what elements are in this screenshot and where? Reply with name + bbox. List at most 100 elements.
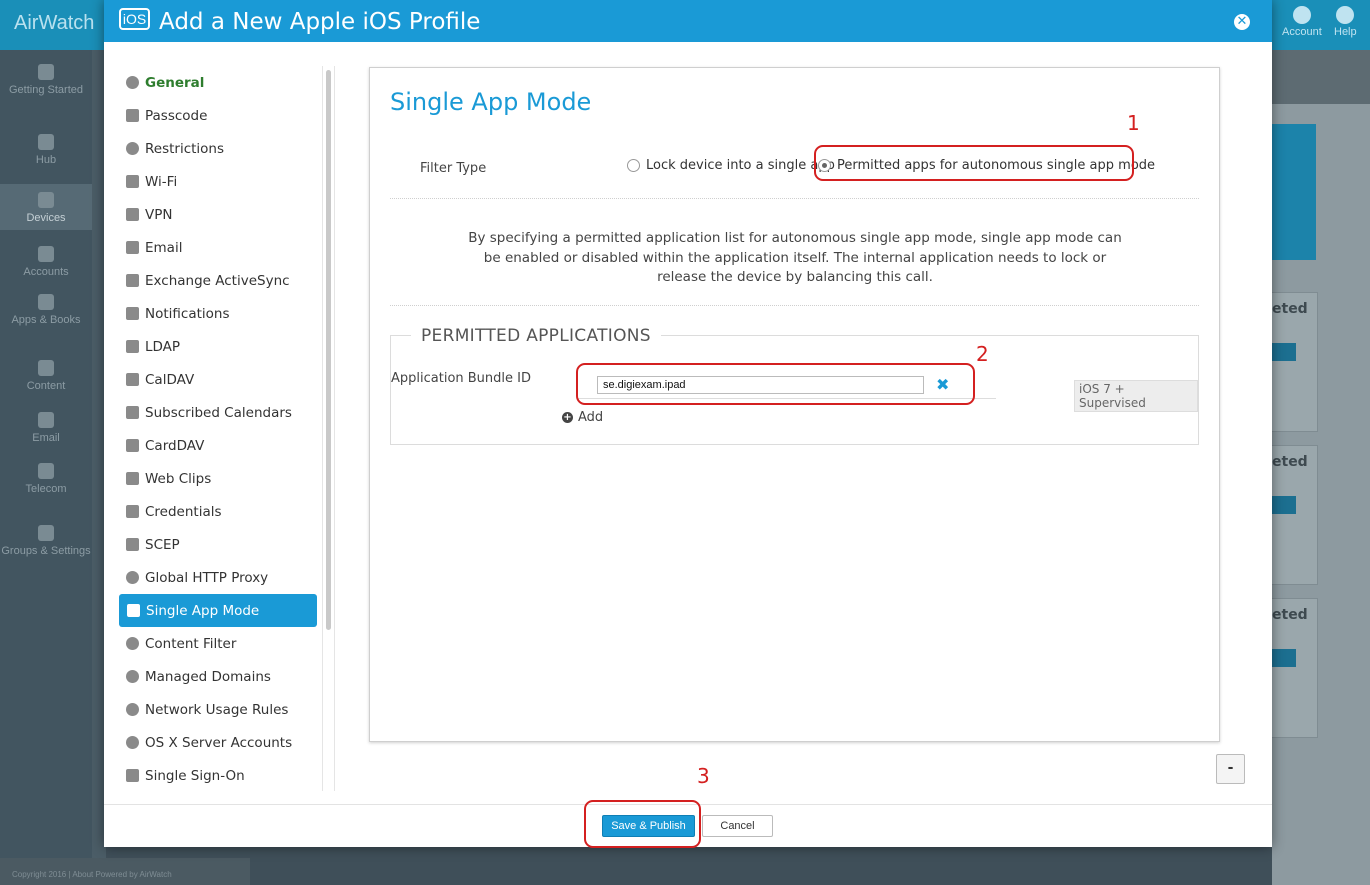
telephone-icon — [38, 463, 54, 479]
payload-item-subscribed-calendars[interactable]: Subscribed Calendars — [118, 396, 318, 429]
payload-item-network-usage-rules[interactable]: Network Usage Rules — [118, 693, 318, 726]
payload-item-caldav[interactable]: CalDAV — [118, 363, 318, 396]
payload-item-notifications[interactable]: Notifications — [118, 297, 318, 330]
description-text: By specifying a permitted application li… — [468, 230, 1122, 285]
payload-item-managed-domains[interactable]: Managed Domains — [118, 660, 318, 693]
annotation-box-3 — [584, 800, 701, 848]
panel-title: Single App Mode — [390, 88, 592, 116]
modal-header: iOS Add a New Apple iOS Profile ✕ — [104, 0, 1272, 42]
nav-telecom[interactable]: Telecom — [0, 463, 92, 495]
help-icon — [1336, 6, 1355, 24]
profile-modal: iOS Add a New Apple iOS Profile ✕ Genera… — [104, 0, 1272, 847]
nav-groups-settings[interactable]: Groups & Settings — [0, 525, 92, 557]
app-card: eted — [1272, 598, 1318, 738]
nav-hub[interactable]: Hub — [0, 134, 92, 166]
plus-circle-icon: + — [562, 412, 573, 423]
app-logo: AirWatch — [14, 12, 95, 34]
payload-item-exchange-activesync[interactable]: Exchange ActiveSync — [118, 264, 318, 297]
app-sidebar: Getting Started Hub Devices Accounts App… — [0, 50, 92, 885]
document-icon — [38, 360, 54, 376]
app-banner — [1272, 124, 1316, 260]
requirement-badge: iOS 7 + Supervised — [1074, 380, 1198, 412]
remove-payload-button[interactable]: - — [1216, 754, 1245, 784]
filter-type-label: Filter Type — [420, 161, 487, 176]
permitted-applications-heading: PERMITTED APPLICATIONS — [411, 326, 661, 346]
modal-title: Add a New Apple iOS Profile — [159, 9, 481, 35]
lock-icon — [126, 208, 139, 221]
payload-item-carddav[interactable]: CardDAV — [118, 429, 318, 462]
payload-item-restrictions[interactable]: Restrictions — [118, 132, 318, 165]
payload-item-scep[interactable]: SCEP — [118, 528, 318, 561]
radio-lock-single-app[interactable]: Lock device into a single app — [627, 158, 835, 173]
payload-item-osx-server-accounts[interactable]: OS X Server Accounts — [118, 726, 318, 759]
phone-icon — [38, 192, 54, 208]
app-content-header — [1272, 50, 1370, 104]
payload-item-credentials[interactable]: Credentials — [118, 495, 318, 528]
app-card: eted — [1272, 445, 1318, 585]
info-icon — [126, 76, 139, 89]
wifi-icon — [126, 175, 139, 188]
globe-network-icon — [126, 703, 139, 716]
server-globe-icon — [126, 736, 139, 749]
annotation-number-3: 3 — [697, 764, 710, 788]
payload-item-single-sign-on[interactable]: Single Sign-On — [118, 759, 318, 792]
grid-icon — [38, 294, 54, 310]
annotation-number-2: 2 — [976, 342, 989, 366]
payload-item-email[interactable]: Email — [118, 231, 318, 264]
divider — [390, 305, 1199, 306]
globe-icon — [126, 571, 139, 584]
payload-item-passcode[interactable]: Passcode — [118, 99, 318, 132]
nav-scrollbar-thumb[interactable] — [326, 70, 331, 630]
nav-email[interactable]: Email — [0, 412, 92, 444]
annotation-box-2 — [576, 363, 975, 405]
payload-item-ldap[interactable]: LDAP — [118, 330, 318, 363]
users-icon — [38, 246, 54, 262]
globe-icon — [126, 670, 139, 683]
help-button[interactable]: Help — [1334, 6, 1357, 38]
payload-item-web-clips[interactable]: Web Clips — [118, 462, 318, 495]
contact-card-icon — [126, 439, 139, 452]
close-icon[interactable]: ✕ — [1234, 14, 1250, 30]
user-icon — [1292, 6, 1311, 24]
compass-icon — [126, 637, 139, 650]
annotation-box-1 — [814, 145, 1134, 181]
payload-item-vpn[interactable]: VPN — [118, 198, 318, 231]
tools-icon — [38, 525, 54, 541]
nav-apps-books[interactable]: Apps & Books — [0, 294, 92, 326]
calendar-icon — [126, 373, 139, 386]
payload-item-content-filter[interactable]: Content Filter — [118, 627, 318, 660]
payload-item-wifi[interactable]: Wi-Fi — [118, 165, 318, 198]
app-footer: Copyright 2016 | About Powered by AirWat… — [0, 858, 250, 885]
payload-item-general[interactable]: General — [118, 66, 318, 99]
nav-scrollbar[interactable] — [322, 66, 335, 791]
nav-devices[interactable]: Devices — [0, 184, 92, 230]
annotation-number-1: 1 — [1127, 111, 1140, 135]
account-button[interactable]: Account — [1282, 6, 1322, 38]
bundle-id-label: Application Bundle ID — [391, 371, 532, 386]
add-application-button[interactable]: + Add — [562, 410, 603, 425]
payload-item-single-app-mode[interactable]: Single App Mode — [119, 594, 317, 627]
calendar-plus-icon — [126, 406, 139, 419]
cancel-button[interactable]: Cancel — [702, 815, 773, 837]
envelope-icon — [126, 241, 139, 254]
ios-badge: iOS — [119, 8, 150, 30]
shield-icon — [126, 505, 139, 518]
nav-accounts[interactable]: Accounts — [0, 246, 92, 278]
mail-icon — [38, 412, 54, 428]
notification-icon — [126, 307, 139, 320]
edit-icon — [126, 769, 139, 782]
single-app-lock-icon — [127, 604, 140, 617]
profile-payload-nav: General Passcode Restrictions Wi-Fi VPN … — [118, 66, 318, 792]
nav-content[interactable]: Content — [0, 360, 92, 392]
payload-item-global-http-proxy[interactable]: Global HTTP Proxy — [118, 561, 318, 594]
app-card: eted — [1272, 292, 1318, 432]
radio-button[interactable] — [627, 159, 640, 172]
sync-icon — [126, 274, 139, 287]
exchange-arrows-icon — [126, 538, 139, 551]
key-icon — [126, 109, 139, 122]
nav-getting-started[interactable]: Getting Started — [0, 64, 92, 96]
hub-icon — [38, 134, 54, 150]
restricted-icon — [126, 142, 139, 155]
check-icon — [38, 64, 54, 80]
scissors-icon — [126, 472, 139, 485]
